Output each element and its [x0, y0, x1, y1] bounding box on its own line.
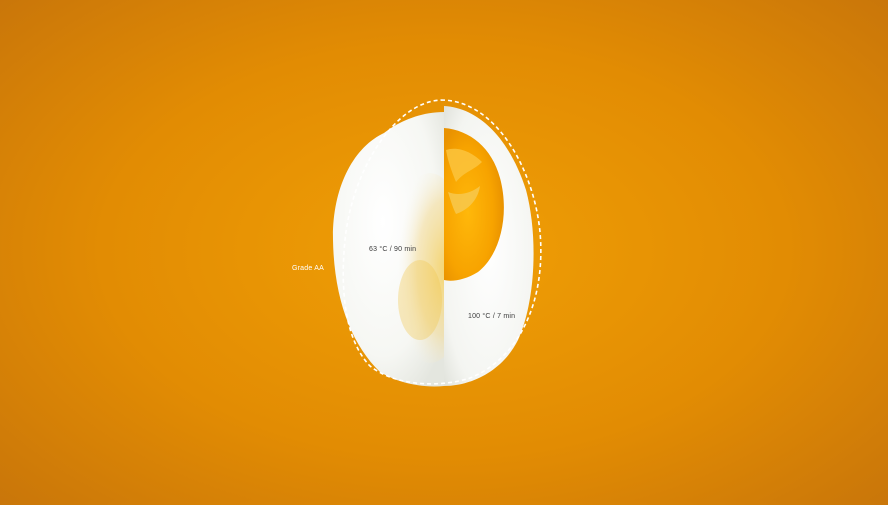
egg-photo-scene: Grade AA 63 °C / 90 min 100 °C / 7 min: [0, 0, 888, 500]
egg-illustration: [332, 99, 542, 387]
grade-label: Grade AA: [292, 265, 324, 272]
right-half-label: 100 °C / 7 min: [468, 313, 516, 320]
right-egg-half: [444, 106, 534, 386]
left-half-label: 63 °C / 90 min: [369, 246, 417, 253]
